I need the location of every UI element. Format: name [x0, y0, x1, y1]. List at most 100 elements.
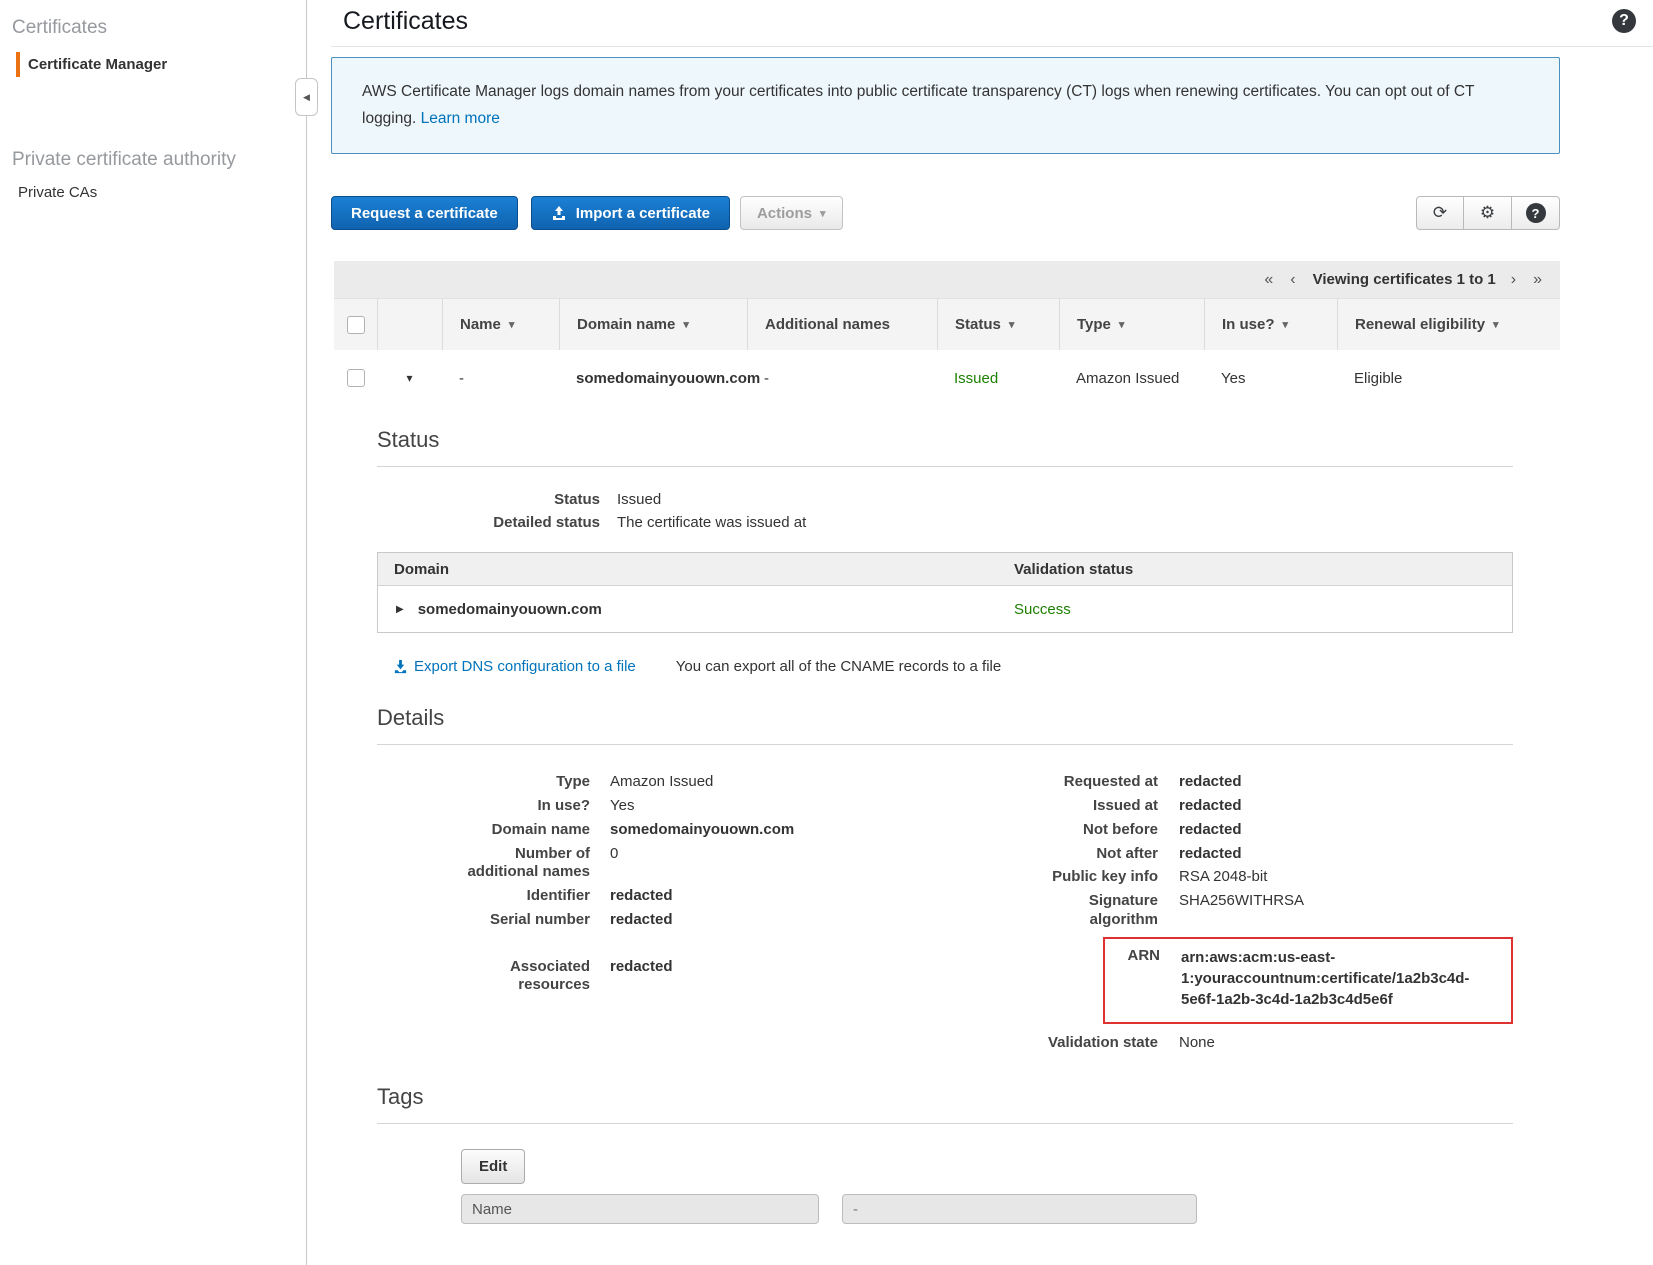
- column-header-renewal-eligibility[interactable]: Renewal eligibility ▾: [1337, 299, 1560, 351]
- type-row: Type Amazon Issued: [377, 773, 937, 792]
- tag-row: [461, 1194, 1513, 1225]
- label-line-2: additional names: [467, 863, 590, 881]
- gear-icon: ⚙: [1479, 203, 1496, 223]
- sort-icon: ▾: [683, 319, 689, 332]
- not-after-row: Not after redacted: [937, 845, 1513, 864]
- label-line-1: Associated: [509, 957, 590, 975]
- arn-label: ARN: [1127, 946, 1161, 964]
- cell-additional-names: -: [764, 369, 769, 387]
- sidebar-item-label: Certificate Manager: [28, 56, 168, 73]
- issued-at-value: redacted: [1179, 797, 1242, 815]
- request-certificate-button[interactable]: Request a certificate: [331, 196, 518, 231]
- sort-icon: ▾: [1118, 319, 1125, 332]
- column-header-in-use[interactable]: In use? ▾: [1204, 299, 1337, 351]
- sidebar-item-certificate-manager[interactable]: Certificate Manager: [16, 52, 306, 77]
- status-section: Status Status Issued Detailed status The…: [377, 427, 1513, 675]
- column-label: Type: [1077, 316, 1111, 334]
- upload-icon: [551, 205, 567, 221]
- status-label: Status: [554, 491, 600, 509]
- not-before-row: Not before redacted: [937, 821, 1513, 840]
- expand-domain-icon[interactable]: ▶: [396, 604, 404, 615]
- associated-resources-label: Associated resources: [377, 958, 590, 996]
- cell-status: Issued: [954, 369, 999, 387]
- column-header-name[interactable]: Name ▾: [442, 299, 559, 351]
- tags-body: Edit: [461, 1149, 1513, 1264]
- section-divider: [377, 466, 1513, 468]
- pagination-bar: « ‹ Viewing certificates 1 to 1 › »: [334, 261, 1560, 299]
- domain-name-row: Domain name somedomainyouown.com: [377, 821, 937, 840]
- type-label: Type: [556, 773, 590, 791]
- requested-at-value: redacted: [1179, 773, 1242, 791]
- label-line-1: Signature: [1088, 892, 1158, 910]
- status-section-heading: Status: [377, 427, 440, 453]
- associated-resources-value: redacted: [610, 957, 673, 975]
- identifier-label: Identifier: [526, 887, 590, 905]
- title-divider: [331, 46, 1653, 47]
- column-label: Additional names: [765, 316, 891, 334]
- identifier-value: redacted: [610, 887, 673, 905]
- help-button[interactable]: ?: [1512, 196, 1560, 231]
- sort-icon: ▾: [1008, 319, 1015, 332]
- tag-key-field[interactable]: [461, 1194, 819, 1225]
- settings-button[interactable]: ⚙: [1464, 196, 1512, 231]
- download-icon: [394, 660, 407, 674]
- sidebar: Certificates Certificate Manager Private…: [0, 0, 318, 1265]
- import-certificate-button[interactable]: Import a certificate: [530, 196, 730, 231]
- banner-text: AWS Certificate Manager logs domain name…: [362, 83, 1475, 127]
- serial-number-row: Serial number redacted: [377, 911, 937, 930]
- column-header-status[interactable]: Status ▾: [937, 299, 1059, 351]
- signature-algorithm-label: Signature algorithm: [937, 892, 1158, 930]
- detailed-status-value: The certificate was issued at: [617, 514, 807, 532]
- status-field-row: Status Issued: [377, 491, 1513, 508]
- cell-type: Amazon Issued: [1076, 369, 1180, 387]
- type-value: Amazon Issued: [610, 773, 714, 791]
- detailed-status-label: Detailed status: [493, 514, 600, 532]
- expand-row-icon[interactable]: ▾: [406, 371, 412, 385]
- column-label: Status: [955, 316, 1001, 334]
- prev-page-button[interactable]: ‹: [1290, 271, 1295, 289]
- label-line-2: algorithm: [1089, 910, 1158, 928]
- tag-value-field[interactable]: [842, 1194, 1197, 1225]
- sidebar-section-certificates: Certificates: [12, 17, 108, 38]
- tags-section-heading: Tags: [377, 1084, 424, 1110]
- details-right-column: Requested at redacted Issued at redacted…: [937, 768, 1513, 1052]
- section-divider: [377, 744, 1513, 746]
- not-before-value: redacted: [1179, 820, 1242, 838]
- public-key-value: RSA 2048-bit: [1179, 868, 1268, 886]
- sidebar-collapse-button[interactable]: ◀: [295, 78, 318, 116]
- next-page-button[interactable]: ›: [1511, 271, 1516, 289]
- sidebar-item-private-cas[interactable]: Private CAs: [18, 184, 306, 201]
- sort-icon: ▾: [1282, 319, 1289, 332]
- toolbar: Request a certificate Import a certifica…: [331, 196, 1560, 231]
- details-section: Details Type Amazon Issued In use? Yes D…: [377, 705, 1513, 1052]
- additional-names-count-row: Number of additional names 0: [377, 845, 937, 883]
- column-header-domain-name[interactable]: Domain name ▾: [559, 299, 747, 351]
- collapse-sidebar-icon: ◀: [303, 91, 310, 102]
- select-all-checkbox[interactable]: [346, 315, 365, 334]
- export-dns-link[interactable]: Export DNS configuration to a file: [393, 658, 636, 675]
- page-help-icon[interactable]: ?: [1612, 9, 1636, 33]
- cell-domain-name: somedomainyouown.com: [576, 369, 761, 387]
- section-divider: [377, 1123, 1513, 1125]
- expander-header-cell: [377, 299, 442, 351]
- column-label: Name: [460, 316, 501, 334]
- column-header-type[interactable]: Type ▾: [1059, 299, 1204, 351]
- domain-validation-row: ▶ somedomainyouown.com Success: [378, 586, 1512, 633]
- domain-column-header: Domain: [394, 560, 450, 578]
- last-page-button[interactable]: »: [1533, 271, 1542, 289]
- row-checkbox[interactable]: [346, 369, 365, 388]
- refresh-button[interactable]: ⟳: [1416, 196, 1464, 231]
- in-use-label: In use?: [537, 797, 590, 815]
- associated-resources-row: Associated resources redacted: [377, 958, 937, 996]
- validation-status: Success: [1014, 600, 1071, 618]
- page-title: Certificates: [343, 7, 469, 35]
- refresh-icon: ⟳: [1432, 203, 1448, 223]
- public-key-row: Public key info RSA 2048-bit: [937, 868, 1513, 887]
- edit-tags-button[interactable]: Edit: [461, 1149, 526, 1185]
- domain-table-header: Domain Validation status: [378, 553, 1512, 587]
- first-page-button[interactable]: «: [1264, 271, 1273, 289]
- actions-button[interactable]: Actions ▾: [739, 196, 843, 231]
- learn-more-link[interactable]: Learn more: [421, 110, 500, 127]
- sort-icon: ▾: [508, 319, 515, 332]
- row-select-cell: [334, 369, 377, 388]
